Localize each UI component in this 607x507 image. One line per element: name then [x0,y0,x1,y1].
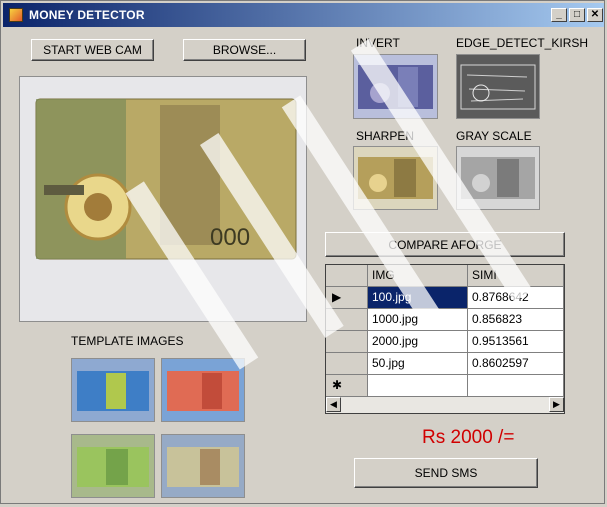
img-cell[interactable]: 1000.jpg [368,309,468,331]
scroll-left-button[interactable]: ◀ [326,397,341,412]
scroll-right-button[interactable]: ▶ [549,397,564,412]
simi-cell[interactable]: 0.9513561 [468,331,564,353]
row-header [326,309,368,331]
img-cell[interactable]: 100.jpg [368,287,468,309]
gray-scale-label: GRAY SCALE [456,129,532,143]
new-row[interactable]: ✱ [326,375,564,397]
template-image-2000 [71,434,155,498]
table-row[interactable]: 2000.jpg 0.9513561 [326,331,564,353]
template-image-1000 [161,358,245,422]
template-images-label: TEMPLATE IMAGES [71,334,184,348]
compare-aforge-button[interactable]: COMPARE AFORGE [325,232,565,257]
gray-scale-preview-image [456,146,540,210]
img-cell[interactable]: 2000.jpg [368,331,468,353]
new-img-cell[interactable] [368,375,468,397]
simi-cell[interactable]: 0.856823 [468,309,564,331]
start-web-cam-button[interactable]: START WEB CAM [31,39,154,61]
table-row[interactable]: 1000.jpg 0.856823 [326,309,564,331]
app-icon [9,8,23,22]
sharpen-preview-image [353,146,438,210]
send-sms-button[interactable]: SEND SMS [354,458,538,488]
invert-preview-image [353,54,438,119]
grid-corner-header [326,265,368,287]
simi-cell[interactable]: 0.8768642 [468,287,564,309]
simi-cell[interactable]: 0.8602597 [468,353,564,375]
table-row[interactable]: 50.jpg 0.8602597 [326,353,564,375]
close-button[interactable]: ✕ [587,8,603,22]
svg-text:000: 000 [210,224,250,251]
new-simi-cell[interactable] [468,375,564,397]
title-bar: MONEY DETECTOR _ □ ✕ [3,3,604,27]
img-cell[interactable]: 50.jpg [368,353,468,375]
edge-detect-label: EDGE_DETECT_KIRSH [456,36,589,50]
window-title: MONEY DETECTOR [29,8,145,22]
row-header [326,353,368,375]
minimize-button[interactable]: _ [551,8,567,22]
invert-label: INVERT [356,36,400,50]
edge-detect-preview-image [456,54,540,119]
banknote-preview-image: 000 [19,76,307,322]
template-image-50 [161,434,245,498]
simi-column-header[interactable]: SIMI [468,265,564,287]
sharpen-label: SHARPEN [356,129,415,143]
detected-amount-label: Rs 2000 /= [422,427,515,448]
img-column-header[interactable]: IMG [368,265,468,287]
comparison-results-grid: IMG SIMI ▶ 100.jpg 0.8768642 1000.jpg 0.… [325,264,565,414]
template-image-100 [71,358,155,422]
row-header-selected-marker: ▶ [326,287,368,309]
browse-button[interactable]: BROWSE... [183,39,306,61]
row-header [326,331,368,353]
money-detector-window: MONEY DETECTOR _ □ ✕ START WEB CAM BROWS… [0,0,605,504]
table-row[interactable]: ▶ 100.jpg 0.8768642 [326,287,564,309]
new-row-marker: ✱ [326,375,368,397]
horizontal-scrollbar[interactable]: ◀ ▶ [326,396,564,413]
maximize-button[interactable]: □ [569,8,585,22]
